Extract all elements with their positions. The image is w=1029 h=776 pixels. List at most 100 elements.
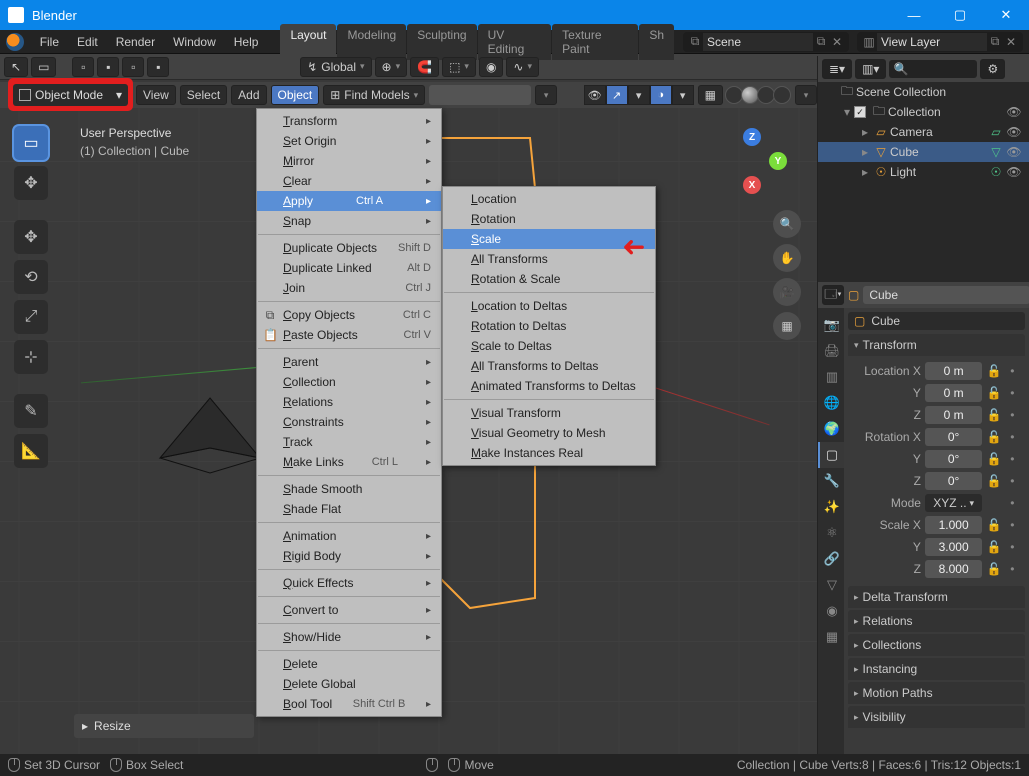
menu-item-show-hide[interactable]: Show/Hide▸ (257, 627, 441, 647)
shading-dropdown[interactable]: ▾ (795, 85, 817, 105)
outliner-scene-collection[interactable]: 🗀Scene Collection (818, 82, 1029, 102)
lock-icon[interactable]: 🔓 (986, 474, 1001, 488)
gizmo-dropdown[interactable]: ▾ (628, 85, 650, 105)
tool-move[interactable]: ✥ (14, 220, 48, 254)
snap-1-icon[interactable]: ▫ (72, 57, 94, 77)
tab-render-icon[interactable]: 📷 (818, 312, 844, 338)
menu-item-animation[interactable]: Animation▸ (257, 526, 441, 546)
properties-body[interactable]: ▢Cube ▾Transform Location X0 m🔓• Y0 m🔓• … (844, 308, 1029, 754)
pin-icon[interactable]: ⧉ (813, 34, 829, 50)
panel-collections[interactable]: ▸Collections (848, 634, 1025, 656)
lock-icon[interactable]: 🔓 (986, 430, 1001, 444)
overlay-toggle[interactable]: ◑ (650, 85, 672, 105)
menu-item-snap[interactable]: Snap▸ (257, 211, 441, 231)
rotation-mode[interactable]: XYZ ..▾ (925, 494, 982, 512)
gizmo-z-icon[interactable]: Z (743, 128, 761, 146)
close-button[interactable]: ✕ (983, 0, 1029, 30)
scene-selector[interactable]: ⧉ ⧉ ✕ (683, 32, 849, 52)
submenu-item-animated-transforms-to-deltas[interactable]: Animated Transforms to Deltas (443, 376, 655, 396)
tab-material-icon[interactable]: ◉ (818, 598, 844, 624)
snap-3-icon[interactable]: ▫ (122, 57, 144, 77)
menu-item-track[interactable]: Track▸ (257, 432, 441, 452)
eye-icon[interactable]: 👁 (1005, 145, 1023, 159)
menu-window[interactable]: Window (165, 32, 224, 52)
view-layer-selector[interactable]: ▥ ⧉ ✕ (857, 32, 1023, 52)
outliner-cube[interactable]: ▸▽Cube▽👁 (818, 142, 1029, 162)
layer-copy-icon[interactable]: ⧉ (987, 34, 1003, 50)
pivot-dropdown[interactable]: ⊕ ▾ (375, 57, 408, 77)
properties-breadcrumb[interactable]: ▢Cube (848, 312, 1025, 330)
panel-visibility[interactable]: ▸Visibility (848, 706, 1025, 728)
loc-z[interactable]: 0 m (925, 406, 982, 424)
snap-dropdown[interactable]: ⬚ ▾ (442, 57, 476, 77)
header-add[interactable]: Add (231, 85, 266, 105)
submenu-item-visual-transform[interactable]: Visual Transform (443, 403, 655, 423)
menu-item-collection[interactable]: Collection▸ (257, 372, 441, 392)
tab-physics-icon[interactable]: ⚛ (818, 520, 844, 546)
snap-toggle[interactable]: 🧲 (410, 57, 439, 77)
light-data-icon[interactable]: ☉ (987, 165, 1005, 179)
active-object-name[interactable] (863, 286, 1029, 304)
tool-rotate[interactable]: ⟲ (14, 260, 48, 294)
menu-item-copy-objects[interactable]: ⧉Copy ObjectsCtrl C (257, 305, 441, 325)
menu-item-delete[interactable]: Delete (257, 654, 441, 674)
last-operator-panel[interactable]: ▸ Resize (74, 714, 254, 738)
selectable-toggle[interactable]: 👁 (584, 85, 606, 105)
nav-gizmo[interactable]: Z Y X (717, 128, 787, 198)
menu-item-mirror[interactable]: Mirror▸ (257, 151, 441, 171)
tab-modeling[interactable]: Modeling (337, 24, 406, 60)
proportional-toggle[interactable]: ◉ (479, 57, 503, 77)
panel-instancing[interactable]: ▸Instancing (848, 658, 1025, 680)
rot-z[interactable]: 0° (925, 472, 982, 490)
tab-mesh-icon[interactable]: ▽ (818, 572, 844, 598)
lock-icon[interactable]: 🔓 (986, 386, 1001, 400)
shading-rendered[interactable] (773, 86, 791, 104)
rot-x[interactable]: 0° (925, 428, 982, 446)
tab-shading[interactable]: Sh (639, 24, 674, 60)
menu-item-paste-objects[interactable]: 📋Paste ObjectsCtrl V (257, 325, 441, 345)
outliner-search[interactable] (889, 60, 977, 78)
tool-select-box[interactable]: ▭ (14, 126, 48, 160)
tool-annotate[interactable]: ✎ (14, 394, 48, 428)
menu-item-constraints[interactable]: Constraints▸ (257, 412, 441, 432)
persp-ortho-button[interactable]: ▦ (773, 312, 801, 340)
menu-item-duplicate-objects[interactable]: Duplicate ObjectsShift D (257, 238, 441, 258)
tab-layout[interactable]: Layout (280, 24, 336, 60)
menu-item-transform[interactable]: Transform▸ (257, 111, 441, 131)
tool-cursor[interactable]: ✥ (14, 166, 48, 200)
camera-view-button[interactable]: 🎥 (773, 278, 801, 306)
camera-data-icon[interactable]: ▱ (987, 125, 1005, 139)
panel-transform[interactable]: ▾Transform (848, 334, 1025, 356)
loc-x[interactable]: 0 m (925, 362, 982, 380)
lock-icon[interactable]: 🔓 (986, 562, 1001, 576)
gizmo-y-icon[interactable]: Y (769, 152, 787, 170)
tab-output-icon[interactable]: 🖨 (818, 338, 844, 364)
lock-icon[interactable]: 🔓 (986, 518, 1001, 532)
rot-y[interactable]: 0° (925, 450, 982, 468)
tab-world-icon[interactable]: 🌍 (818, 416, 844, 442)
outliner-collection[interactable]: ▾✓🗀Collection👁 (818, 102, 1029, 122)
tab-object-icon[interactable]: ▢ (818, 442, 844, 468)
menu-help[interactable]: Help (226, 32, 267, 52)
lock-icon[interactable]: 🔓 (986, 540, 1001, 554)
menu-item-shade-smooth[interactable]: Shade Smooth (257, 479, 441, 499)
outliner-light[interactable]: ▸☉Light☉👁 (818, 162, 1029, 182)
cursor-tool-icon[interactable]: ↖ (4, 57, 28, 77)
snap-4-icon[interactable]: ▪ (147, 57, 169, 77)
menu-item-relations[interactable]: Relations▸ (257, 392, 441, 412)
menu-item-convert-to[interactable]: Convert to▸ (257, 600, 441, 620)
submenu-item-rotation-to-deltas[interactable]: Rotation to Deltas (443, 316, 655, 336)
menu-item-delete-global[interactable]: Delete Global (257, 674, 441, 694)
menu-item-clear[interactable]: Clear▸ (257, 171, 441, 191)
scale-z[interactable]: 8.000 (925, 560, 982, 578)
proportional-dropdown[interactable]: ∿ ▾ (506, 57, 539, 77)
snap-2-icon[interactable]: ▪ (97, 57, 119, 77)
loc-y[interactable]: 0 m (925, 384, 982, 402)
gizmo-toggle[interactable]: ↗ (606, 85, 628, 105)
eye-icon[interactable]: 👁 (1005, 165, 1023, 179)
submenu-item-all-transforms-to-deltas[interactable]: All Transforms to Deltas (443, 356, 655, 376)
panel-motion-paths[interactable]: ▸Motion Paths (848, 682, 1025, 704)
header-select[interactable]: Select (180, 85, 227, 105)
menu-item-parent[interactable]: Parent▸ (257, 352, 441, 372)
eye-icon[interactable]: 👁 (1005, 125, 1023, 139)
